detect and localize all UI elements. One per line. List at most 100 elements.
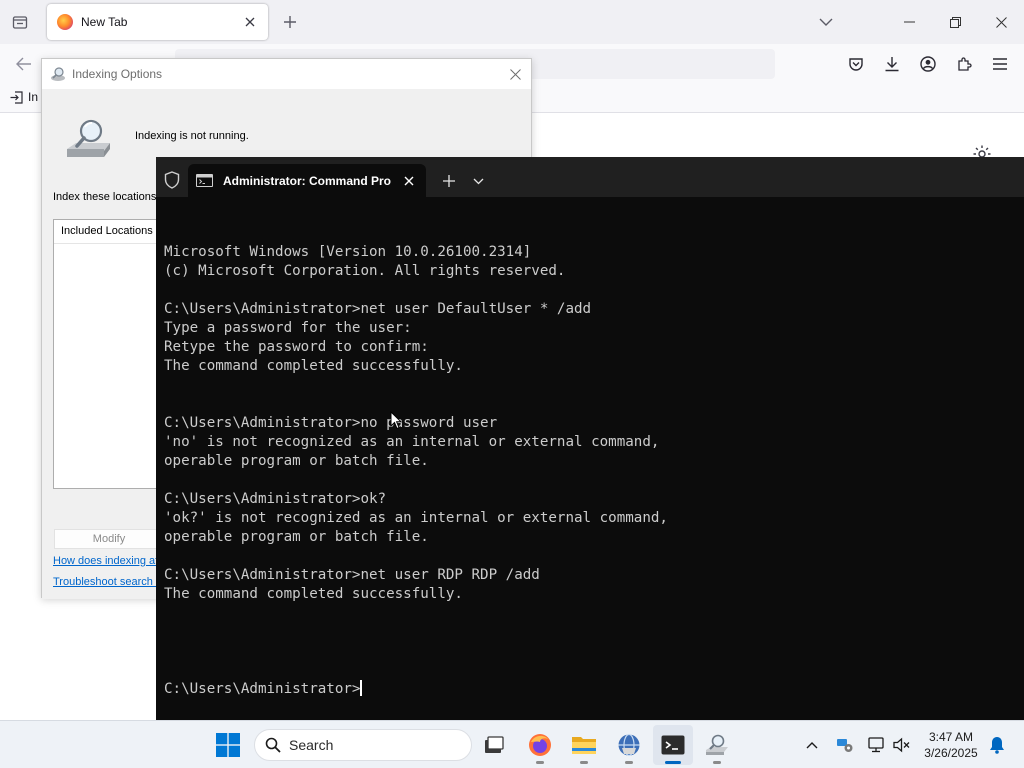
show-hidden-icons-button[interactable] bbox=[800, 733, 824, 757]
restore-icon bbox=[949, 16, 961, 28]
terminal-line: (c) Microsoft Corporation. All rights re… bbox=[164, 263, 566, 279]
terminal-titlebar: Administrator: Command Pro bbox=[156, 157, 1024, 197]
firefox-view-button[interactable] bbox=[6, 8, 34, 36]
hamburger-menu-icon bbox=[993, 58, 1007, 70]
volume-button[interactable] bbox=[890, 733, 914, 757]
running-indicator bbox=[713, 761, 721, 764]
active-indicator bbox=[665, 761, 681, 764]
terminal-line: Type a password for the user: bbox=[164, 320, 412, 336]
close-icon bbox=[245, 17, 255, 27]
minimize-icon bbox=[903, 21, 915, 23]
pocket-button[interactable] bbox=[842, 50, 870, 78]
command-prompt-icon bbox=[196, 174, 213, 187]
dialog-close-button[interactable] bbox=[503, 62, 527, 86]
network-app-taskbar-button[interactable] bbox=[609, 725, 649, 765]
folder-icon bbox=[572, 737, 596, 754]
running-indicator bbox=[625, 761, 633, 764]
terminal-line: C:\Users\Administrator>net user RDP RDP … bbox=[164, 567, 540, 583]
terminal-new-tab-button[interactable] bbox=[438, 170, 460, 192]
text-cursor bbox=[360, 680, 363, 696]
index-locations-heading: Index these locations bbox=[53, 191, 157, 203]
terminal-prompt-line: C:\Users\Administrator> bbox=[164, 680, 1014, 699]
tab-new-tab[interactable]: New Tab bbox=[47, 4, 268, 40]
import-bookmarks-button[interactable]: In bbox=[10, 90, 38, 104]
notifications-button[interactable] bbox=[985, 733, 1009, 757]
troubleshoot-search-link[interactable]: Troubleshoot search a bbox=[53, 576, 162, 588]
firefox-view-icon bbox=[12, 16, 28, 29]
close-icon bbox=[509, 68, 521, 80]
arrow-left-icon bbox=[16, 57, 31, 71]
plus-icon bbox=[284, 16, 296, 28]
firefox-icon bbox=[529, 734, 551, 756]
terminal-tab-title: Administrator: Command Pro bbox=[223, 173, 392, 188]
bell-icon bbox=[990, 737, 1004, 754]
terminal-line: Microsoft Windows [Version 10.0.26100.23… bbox=[164, 244, 532, 260]
chevron-down-icon bbox=[473, 178, 483, 184]
indexing-icon bbox=[51, 67, 65, 81]
list-all-tabs-button[interactable] bbox=[812, 8, 840, 36]
window-close-button[interactable] bbox=[978, 0, 1024, 44]
indexing-status-text: Indexing is not running. bbox=[135, 130, 249, 142]
close-icon bbox=[995, 16, 1007, 28]
minimize-button[interactable] bbox=[886, 0, 932, 44]
magnifier-drive-icon bbox=[67, 119, 110, 157]
indexing-options-taskbar-button[interactable] bbox=[697, 725, 737, 765]
mouse-pointer-icon bbox=[390, 411, 402, 430]
tab-close-button[interactable] bbox=[242, 14, 258, 30]
clock-time: 3:47 AM bbox=[928, 730, 974, 744]
taskbar-search-box[interactable]: Search bbox=[254, 729, 472, 761]
search-placeholder: Search bbox=[289, 737, 334, 753]
terminal-window: Administrator: Command Pro Microsoft Win… bbox=[156, 157, 1024, 720]
task-view-button[interactable] bbox=[474, 725, 514, 765]
firefox-taskbar-button[interactable] bbox=[520, 725, 560, 765]
terminal-line: C:\Users\Administrator>net user DefaultU… bbox=[164, 301, 592, 317]
network-button[interactable] bbox=[865, 733, 889, 757]
task-view-icon bbox=[485, 736, 504, 753]
terminal-line: The command completed successfully. bbox=[164, 586, 463, 602]
clock[interactable]: 3:47 AM 3/26/2025 bbox=[918, 729, 984, 761]
import-bookmarks-label: In bbox=[28, 90, 39, 104]
terminal-dropdown-button[interactable] bbox=[467, 170, 489, 192]
downloads-button[interactable] bbox=[878, 50, 906, 78]
app-menu-button[interactable] bbox=[986, 50, 1014, 78]
globe-icon bbox=[618, 733, 640, 757]
terminal-tab[interactable]: Administrator: Command Pro bbox=[188, 164, 426, 197]
terminal-line: C:\Users\Administrator>no password user bbox=[164, 415, 498, 431]
firefox-favicon-icon bbox=[57, 14, 73, 30]
restore-button[interactable] bbox=[932, 0, 978, 44]
terminal-output[interactable]: Microsoft Windows [Version 10.0.26100.23… bbox=[164, 205, 1014, 737]
pocket-icon bbox=[849, 58, 863, 71]
account-button[interactable] bbox=[914, 50, 942, 78]
extensions-button[interactable] bbox=[950, 50, 978, 78]
terminal-line: 'no' is not recognized as an internal or… bbox=[164, 434, 660, 450]
magnifier-drive-icon bbox=[706, 734, 728, 755]
running-indicator bbox=[536, 761, 544, 764]
tab-bar: New Tab bbox=[0, 0, 1024, 44]
terminal-line: C:\Users\Administrator>ok? bbox=[164, 491, 387, 507]
download-icon bbox=[885, 57, 899, 72]
search-icon bbox=[265, 737, 281, 753]
speaker-muted-icon bbox=[893, 737, 910, 753]
dialog-titlebar: Indexing Options bbox=[42, 59, 531, 89]
import-icon bbox=[10, 90, 23, 104]
start-button[interactable] bbox=[208, 725, 248, 765]
shield-icon bbox=[164, 171, 180, 189]
back-button[interactable] bbox=[10, 50, 38, 78]
close-icon bbox=[404, 176, 414, 185]
terminal-line: operable program or batch file. bbox=[164, 529, 429, 545]
modify-button[interactable]: Modify bbox=[54, 529, 164, 549]
plus-icon bbox=[443, 175, 455, 187]
file-explorer-taskbar-button[interactable] bbox=[564, 725, 604, 765]
how-indexing-affects-link[interactable]: How does indexing af bbox=[53, 555, 158, 567]
tray-app-button[interactable] bbox=[833, 733, 857, 757]
new-tab-button[interactable] bbox=[278, 8, 302, 36]
terminal-taskbar-button[interactable] bbox=[653, 725, 693, 765]
chevron-up-icon bbox=[806, 742, 818, 749]
terminal-line: 'ok?' is not recognized as an internal o… bbox=[164, 510, 668, 526]
terminal-tab-close-button[interactable] bbox=[398, 170, 420, 192]
